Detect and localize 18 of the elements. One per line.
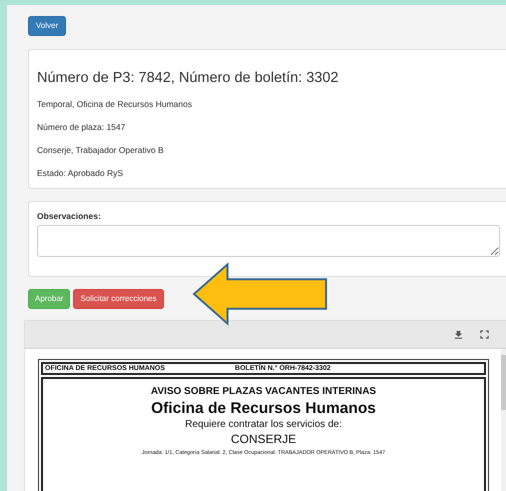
arrow-icon [192, 262, 330, 326]
summary-line: Temporal, Oficina de Recursos Humanos [37, 98, 193, 108]
back-button[interactable]: Volver [28, 16, 66, 36]
position-name: CONSERJE [230, 432, 298, 446]
summary-line: Conserje, Trabajador Operativo B [37, 144, 165, 154]
observations-field[interactable] [37, 224, 500, 256]
scrollbar[interactable] [501, 348, 506, 491]
summary-line: Estado: Aprobado RyS [37, 168, 124, 178]
observations-label: Observaciones: [37, 210, 102, 220]
action-button[interactable]: Aprobar [28, 288, 70, 308]
notice-title: Oficina de Recursos Humanos [150, 400, 377, 418]
fullscreen-icon[interactable] [480, 330, 489, 338]
notice-heading: AVISO SOBRE PLAZAS VACANTES INTERINAS [150, 386, 378, 396]
action-button[interactable]: Solicitar correcciones [73, 288, 164, 308]
notice-subtitle: Requiere contratar los servicios de: [184, 418, 343, 430]
summary-title: Número de P3: 7842, Número de boletín: 3302 [37, 70, 340, 86]
summary-line: Número de plaza: 1547 [37, 122, 126, 132]
download-icon[interactable] [454, 330, 463, 338]
